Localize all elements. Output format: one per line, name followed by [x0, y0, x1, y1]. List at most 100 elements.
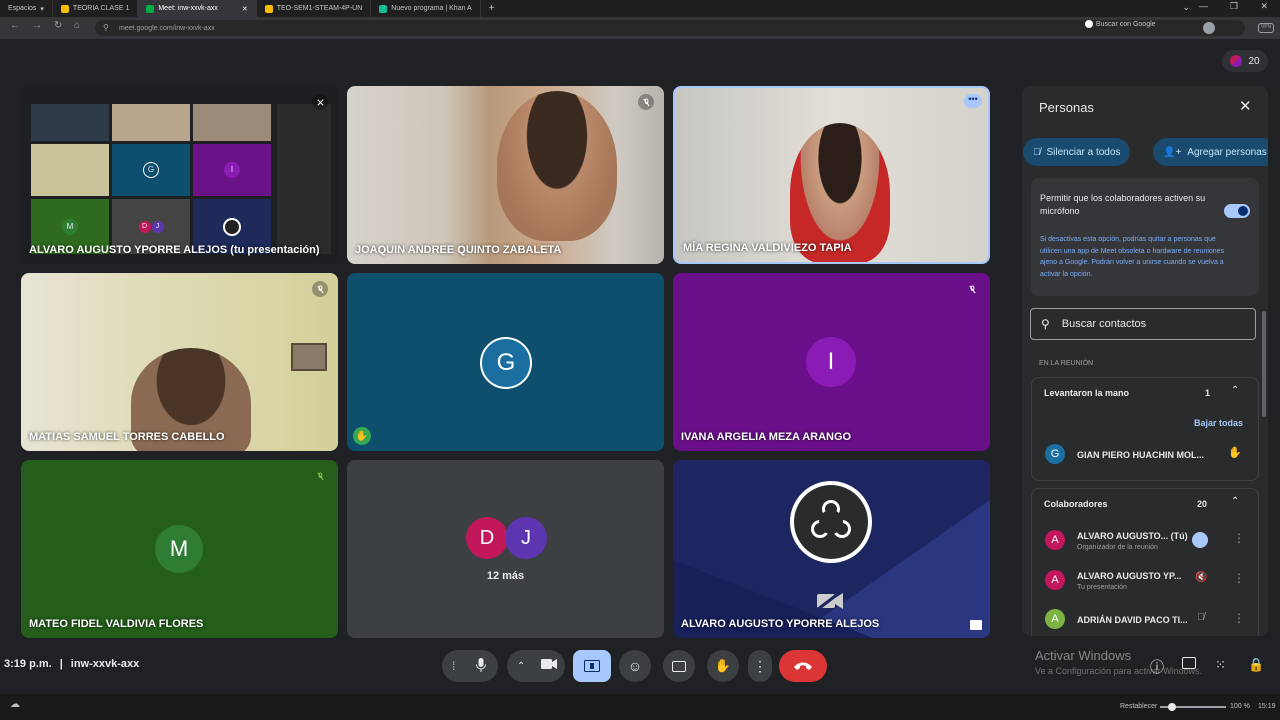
- search-icon: ⚲: [1041, 317, 1050, 331]
- meeting-time: 3:19 p.m.: [4, 658, 52, 670]
- add-people-button[interactable]: 👤+ Agregar personas: [1153, 138, 1268, 166]
- browser-toolbar: ← → ↻ ⌂ ⚲ meet.google.com/inw-xxvk-axx B…: [0, 17, 1280, 39]
- collaborators-label: Colaboradores: [1044, 499, 1108, 509]
- audio-visualizer-icon: ⁞: [452, 659, 456, 673]
- panel-title: Personas: [1039, 100, 1094, 115]
- forward-icon[interactable]: →: [32, 20, 42, 31]
- video-tile-camera[interactable]: ALVARO AUGUSTO YPORRE ALEJOS: [673, 460, 990, 638]
- more-options-icon[interactable]: ⋮: [1233, 611, 1245, 625]
- camera-off-icon: [815, 588, 845, 612]
- mic-off-icon: [312, 468, 328, 484]
- workspaces-button[interactable]: Espacios ▾: [0, 0, 53, 17]
- browser-tab[interactable]: TEO-SEM1-STEAM-4P-UN: [257, 0, 372, 17]
- more-options-icon[interactable]: •••: [964, 94, 982, 108]
- cloud-icon[interactable]: ☁: [10, 699, 20, 710]
- mic-permission-toggle[interactable]: [1224, 204, 1250, 218]
- video-tile-others[interactable]: D J 12 más: [347, 460, 664, 638]
- captions-button[interactable]: [663, 650, 695, 682]
- panel-scrollbar[interactable]: [1262, 311, 1266, 417]
- url-text: meet.google.com/inw-xxvk-axx: [119, 24, 215, 32]
- tab-close-icon[interactable]: ✕: [242, 5, 248, 13]
- participants-count-button[interactable]: 20: [1222, 50, 1268, 72]
- emoji-button[interactable]: ☺: [619, 650, 651, 682]
- add-people-label: Agregar personas: [1187, 146, 1267, 158]
- raise-hand-button[interactable]: ✋: [707, 650, 739, 682]
- home-icon[interactable]: ⌂: [74, 20, 80, 31]
- raised-hands-label: Levantaron la mano: [1044, 388, 1130, 398]
- close-panel-icon[interactable]: ✕: [1239, 97, 1252, 115]
- address-bar[interactable]: ⚲ meet.google.com/inw-xxvk-axx: [95, 20, 1245, 36]
- more-participants-label: 12 más: [486, 570, 525, 582]
- back-icon[interactable]: ←: [10, 20, 20, 31]
- video-tile-presentation[interactable]: G I M DJ ALVARO AUGUSTO YPORRE ALEJOS (t…: [21, 86, 338, 264]
- participant-avatar: J: [505, 517, 547, 559]
- presentation-mini-grid: G I M DJ: [31, 104, 271, 254]
- vpn-icon[interactable]: VPN: [1258, 23, 1274, 33]
- video-tile-avatar[interactable]: I IVANA ARGELIA MEZA ARANGO: [673, 273, 990, 451]
- maximize-icon[interactable]: ❐: [1230, 1, 1238, 12]
- tab-search-icon[interactable]: ⌄: [1182, 2, 1190, 13]
- minimize-icon[interactable]: —: [1199, 1, 1208, 11]
- zoom-slider[interactable]: [1160, 703, 1226, 711]
- close-window-icon[interactable]: ✕: [1260, 1, 1268, 12]
- more-options-icon[interactable]: ⋮: [1233, 531, 1245, 545]
- host-controls-icon[interactable]: 🔒: [1248, 657, 1264, 673]
- video-tile-avatar[interactable]: G ✋: [347, 273, 664, 451]
- site-info-icon[interactable]: ⚲: [103, 23, 109, 32]
- browser-tab-active[interactable]: Meet: inw-xxvk-axx ✕: [138, 0, 257, 17]
- search-contacts-input[interactable]: ⚲ Buscar contactos: [1030, 308, 1256, 340]
- fullscreen-icon[interactable]: [970, 620, 982, 630]
- browser-tab[interactable]: TEORIA CLASE 1: [53, 0, 139, 17]
- google-icon: [1085, 20, 1093, 28]
- mic-button[interactable]: [476, 657, 486, 675]
- more-options-icon[interactable]: ⋮: [1233, 571, 1245, 585]
- video-tile-camera[interactable]: JOAQUIN ANDREE QUINTO ZABALETA: [347, 86, 664, 264]
- meeting-code: inw-xxvk-axx: [70, 658, 140, 670]
- profile-avatar[interactable]: [1203, 22, 1215, 34]
- participant-name: MÍA REGINA VALDIVIEZO TAPIA: [683, 242, 852, 254]
- pin-icon[interactable]: [312, 94, 328, 110]
- chevron-up-icon[interactable]: ⌃: [1231, 496, 1239, 507]
- tab-label: Meet: inw-xxvk-axx: [158, 5, 218, 12]
- participant-name: ALVARO AUGUSTO YPORRE ALEJOS: [681, 618, 880, 630]
- google-search-button[interactable]: Buscar con Google: [1085, 20, 1156, 28]
- mini-tile: [193, 104, 271, 141]
- video-tile-camera[interactable]: MATIAS SAMUEL TORRES CABELLO: [21, 273, 338, 451]
- collaborators-count: 20: [1197, 499, 1208, 509]
- raised-hand-icon[interactable]: ✋: [1228, 446, 1242, 459]
- zoom-reset-button[interactable]: Restablecer: [1120, 703, 1157, 710]
- present-button[interactable]: [573, 650, 611, 682]
- mic-off-icon[interactable]: 🎙̸: [1197, 612, 1205, 623]
- mic-off-icon: [312, 281, 328, 297]
- tab-label: TEORIA CLASE 1: [72, 5, 130, 12]
- mic-off-icon: 🎙̸: [1033, 146, 1041, 158]
- browser-tab[interactable]: Nuevo programa | Khan A: [371, 0, 481, 17]
- lower-all-hands-button[interactable]: Bajar todas: [1194, 418, 1243, 428]
- leave-call-button[interactable]: [779, 650, 827, 682]
- mute-all-button[interactable]: 🎙̸ Silenciar a todos: [1023, 138, 1131, 166]
- meet-favicon-icon: [146, 4, 155, 13]
- camera-button[interactable]: [541, 657, 557, 675]
- mute-all-label: Silenciar a todos: [1046, 146, 1121, 158]
- video-tile-avatar[interactable]: M MATEO FIDEL VALDIVIA FLORES: [21, 460, 338, 638]
- speaker-off-icon: 🔇: [1195, 572, 1208, 583]
- new-tab-button[interactable]: +: [481, 0, 503, 17]
- emoji-icon: ☺: [627, 658, 643, 674]
- participant-avatar: A: [1045, 570, 1065, 590]
- mini-tile: [31, 143, 109, 197]
- chevron-down-icon: ▾: [40, 5, 44, 13]
- reload-icon[interactable]: ↻: [54, 20, 62, 31]
- more-options-button[interactable]: ⋮: [748, 650, 772, 682]
- video-tile-camera-active[interactable]: ••• MÍA REGINA VALDIVIEZO TAPIA: [673, 86, 990, 264]
- chevron-up-icon[interactable]: ⌃: [1231, 385, 1239, 396]
- mini-tile: I: [193, 143, 271, 197]
- chevron-up-icon[interactable]: ⌃: [517, 661, 525, 672]
- participant-name: ALVARO AUGUSTO... (Tú): [1077, 531, 1188, 541]
- captions-icon: [672, 660, 686, 672]
- section-label: EN LA REUNIÓN: [1039, 360, 1094, 367]
- camera-control-group: ⌃: [507, 650, 565, 682]
- activities-icon[interactable]: ⁙: [1215, 657, 1226, 673]
- mini-side-panel: [277, 104, 331, 254]
- participant-avatar: M: [155, 525, 203, 573]
- raised-hands-section: Levantaron la mano 1 ⌃ Bajar todas G GIA…: [1031, 377, 1259, 481]
